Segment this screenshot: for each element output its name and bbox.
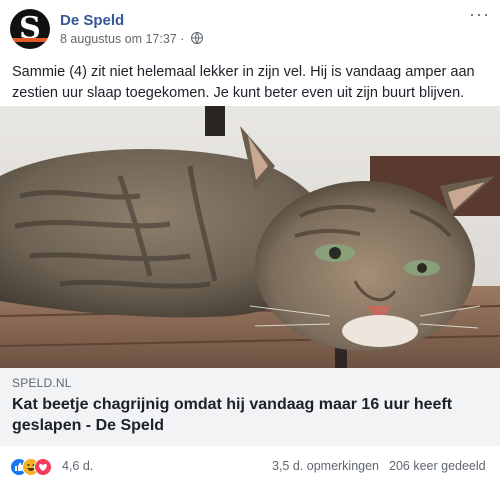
post-footer: 4,6 d. 3,5 d. opmerkingen 206 keer gedee… xyxy=(0,448,500,487)
page-avatar[interactable]: S xyxy=(10,9,50,49)
avatar-stripe xyxy=(10,38,50,42)
post-timestamp[interactable]: 8 augustus om 17:37 · xyxy=(60,32,184,46)
link-preview-image[interactable] xyxy=(0,106,500,368)
more-options-button[interactable]: ··· xyxy=(469,4,490,25)
reaction-count[interactable]: 4,6 d. xyxy=(62,459,93,473)
love-icon xyxy=(34,458,52,476)
link-card[interactable]: SPELD.NL Kat beetje chagrijnig omdat hij… xyxy=(0,368,500,446)
globe-icon xyxy=(190,32,203,44)
comment-count-link[interactable]: 3,5 d. opmerkingen xyxy=(272,459,379,473)
link-domain: SPELD.NL xyxy=(12,376,72,390)
post-text: Sammie (4) zit niet helemaal lekker in z… xyxy=(12,64,475,101)
link-headline[interactable]: Kat beetje chagrijnig omdat hij vandaag … xyxy=(12,394,492,436)
share-count-link[interactable]: 206 keer gedeeld xyxy=(389,459,486,473)
post-meta: 8 augustus om 17:37 · xyxy=(60,32,203,46)
avatar-letter: S xyxy=(19,11,41,46)
cat-photo xyxy=(0,106,500,368)
page-name-link[interactable]: De Speld xyxy=(60,12,124,29)
post-header: S De Speld 8 augustus om 17:37 · ··· xyxy=(0,0,500,56)
